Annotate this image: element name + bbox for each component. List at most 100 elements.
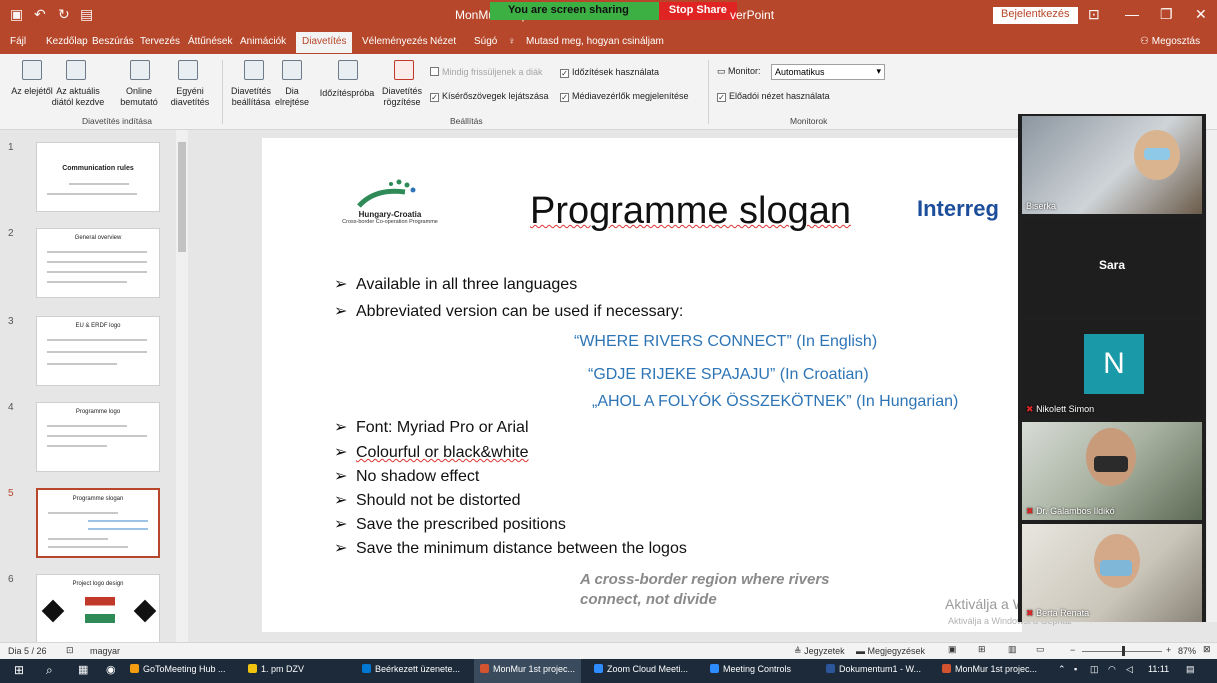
tab-help[interactable]: Súgó: [474, 36, 497, 47]
comments-button[interactable]: ▬ Megjegyzések: [856, 646, 925, 656]
browser-icon[interactable]: ◉: [106, 663, 116, 676]
arrow-bullet-icon: ➢: [334, 276, 348, 293]
zoom-in-icon[interactable]: +: [1166, 645, 1171, 655]
login-button[interactable]: Bejelentkezés: [993, 7, 1078, 24]
taskbar-app-zoom[interactable]: Zoom Cloud Meeti...: [594, 664, 688, 674]
ribbon-separator: [708, 60, 709, 124]
participant-tile[interactable]: ✖ Berta Renata: [1022, 524, 1202, 622]
presenter-view-checkbox[interactable]: ✓ Előadói nézet használata: [717, 91, 830, 102]
tab-insert[interactable]: Beszúrás: [92, 36, 134, 47]
ribbon-display-icon[interactable]: ⊡: [1088, 6, 1100, 23]
stop-share-button[interactable]: Stop Share: [658, 2, 737, 20]
save-icon[interactable]: ▣: [10, 6, 23, 23]
current-slide[interactable]: Hungary-Croatia Cross-border Co-operatio…: [262, 138, 1022, 632]
setup-icon: [244, 60, 264, 80]
clock[interactable]: 11:11: [1148, 664, 1169, 674]
start-icon[interactable]: ⊞: [14, 663, 24, 677]
tab-review[interactable]: Véleményezés: [362, 36, 428, 47]
word-icon: [826, 664, 835, 673]
slide-thumbnail-6[interactable]: Project logo design: [36, 574, 160, 644]
thumbnail-scrollbar[interactable]: [176, 130, 188, 642]
reading-view-icon[interactable]: ▥: [1008, 644, 1017, 655]
slide-thumbnail-5[interactable]: Programme slogan: [36, 488, 160, 558]
participant-tile[interactable]: N ✖ Nikolett Simon: [1022, 320, 1202, 418]
slide-sorter-icon[interactable]: ⊞: [978, 644, 986, 655]
tab-animations[interactable]: Animációk: [240, 36, 286, 47]
custom-show-icon: [178, 60, 198, 80]
participant-tile[interactable]: Sara: [1022, 218, 1202, 316]
notifications-icon[interactable]: ▤: [1186, 664, 1195, 675]
play-narrations-checkbox[interactable]: ✓ Kísérőszövegek lejátszása: [430, 91, 549, 102]
taskbar-app-powerpoint[interactable]: MonMur 1st projec...: [474, 659, 582, 683]
task-view-icon[interactable]: ▦: [78, 663, 88, 676]
online-present-button[interactable]: Online bemutató: [112, 86, 166, 108]
tray-zoom-icon[interactable]: ▪: [1074, 664, 1077, 674]
slide-thumbnail-2[interactable]: General overview: [36, 228, 160, 298]
record-show-button[interactable]: Diavetítés rögzítése: [378, 86, 426, 108]
setup-show-button[interactable]: Diavetítés beállítása: [226, 86, 276, 108]
monitor-dropdown[interactable]: Automatikus ▾: [771, 64, 885, 80]
folder-icon: [248, 664, 257, 673]
taskbar-app-powerpoint-2[interactable]: MonMur 1st projec...: [942, 664, 1037, 674]
presentation-start-icon[interactable]: ▤: [80, 6, 93, 23]
zoom-level[interactable]: 87%: [1178, 646, 1196, 656]
taskbar-app-folder[interactable]: 1. pm DZV: [248, 664, 304, 674]
fit-slide-icon[interactable]: ⊠: [1203, 644, 1211, 655]
arrow-bullet-icon: ➢: [334, 303, 348, 320]
taskbar-app-word[interactable]: Dokumentum1 - W...: [826, 664, 921, 674]
zoom-out-icon[interactable]: −: [1070, 645, 1075, 655]
show-media-controls-checkbox[interactable]: ✓ Médiavezérlők megjelenítése: [560, 91, 689, 102]
participant-avatar: N: [1084, 334, 1144, 394]
use-timings-checkbox[interactable]: ✓ Időzítések használata: [560, 67, 659, 78]
slideshow-view-icon[interactable]: ▭: [1036, 644, 1045, 655]
search-icon[interactable]: ⌕: [46, 663, 53, 678]
tell-me-search[interactable]: Mutasd meg, hogyan csináljam: [526, 36, 664, 47]
spellcheck-icon[interactable]: ⊡: [66, 645, 74, 656]
tray-up-arrow-icon[interactable]: ⌃: [1058, 664, 1066, 675]
tab-home[interactable]: Kezdőlap: [46, 36, 88, 47]
hide-slide-button[interactable]: Dia elrejtése: [274, 86, 310, 108]
participant-name: ✖ Nikolett Simon: [1026, 404, 1095, 414]
participant-tile[interactable]: ✖ Dr. Galambos Ildikó: [1022, 422, 1202, 520]
taskbar-app-gotomeeting[interactable]: GoToMeeting Hub ...: [130, 664, 226, 674]
group-start-label: Diavetítés indítása: [82, 116, 152, 126]
tab-design[interactable]: Tervezés: [140, 36, 180, 47]
slide-scrollbar[interactable]: [1207, 130, 1217, 622]
maximize-icon[interactable]: ❐: [1160, 6, 1173, 23]
minimize-icon[interactable]: —: [1125, 6, 1139, 22]
redo-icon[interactable]: ↻: [58, 6, 70, 23]
network-icon[interactable]: ◫: [1090, 664, 1099, 675]
slide-thumbnail-3[interactable]: EU & ERDF logo: [36, 316, 160, 386]
bullet-item: ➢ Available in all three languages: [334, 276, 578, 293]
notes-button[interactable]: ≜ Jegyzetek: [794, 646, 845, 657]
slide-tagline: A cross-border region where rivers conne…: [580, 570, 830, 610]
tab-view[interactable]: Nézet: [430, 36, 456, 47]
custom-show-button[interactable]: Egyéni diavetítés: [164, 86, 216, 108]
slide-thumbnail-4[interactable]: Programme logo: [36, 402, 160, 472]
close-icon[interactable]: ✕: [1195, 6, 1207, 23]
rehearse-timings-button[interactable]: Időzítéspróba: [314, 88, 380, 99]
language-indicator[interactable]: magyar: [90, 646, 120, 656]
thumbnail-text-line: [48, 538, 108, 540]
thumbnail-text-line: [47, 251, 147, 253]
undo-icon[interactable]: ↶: [34, 6, 46, 23]
tab-transitions[interactable]: Áttűnések: [188, 36, 232, 47]
scrollbar-thumb[interactable]: [178, 142, 186, 252]
taskbar-app-outlook[interactable]: Beérkezett üzenete...: [362, 664, 460, 674]
face-mask: [1094, 456, 1128, 472]
muted-mic-icon: ✖: [1026, 404, 1034, 414]
slide-number: 2: [8, 228, 14, 239]
tab-file[interactable]: Fájl: [10, 36, 26, 47]
taskbar-app-meeting-controls[interactable]: Meeting Controls: [710, 664, 791, 674]
zoom-slider-thumb[interactable]: [1122, 646, 1125, 656]
wifi-icon[interactable]: ◠: [1108, 664, 1116, 675]
volume-icon[interactable]: ◁: [1126, 664, 1133, 675]
slide-thumbnail-1[interactable]: Communication rules: [36, 142, 160, 212]
keep-updated-checkbox[interactable]: Mindig frissüljenek a diák: [430, 67, 543, 78]
from-current-button[interactable]: Az aktuális diától kezdve: [48, 86, 108, 108]
tab-slideshow[interactable]: Diavetítés: [296, 32, 353, 53]
participant-tile[interactable]: Biserka: [1022, 116, 1202, 214]
normal-view-icon[interactable]: ▣: [948, 644, 957, 655]
face-mask: [1100, 560, 1132, 576]
share-button[interactable]: ⚇ Megosztás: [1140, 36, 1200, 47]
